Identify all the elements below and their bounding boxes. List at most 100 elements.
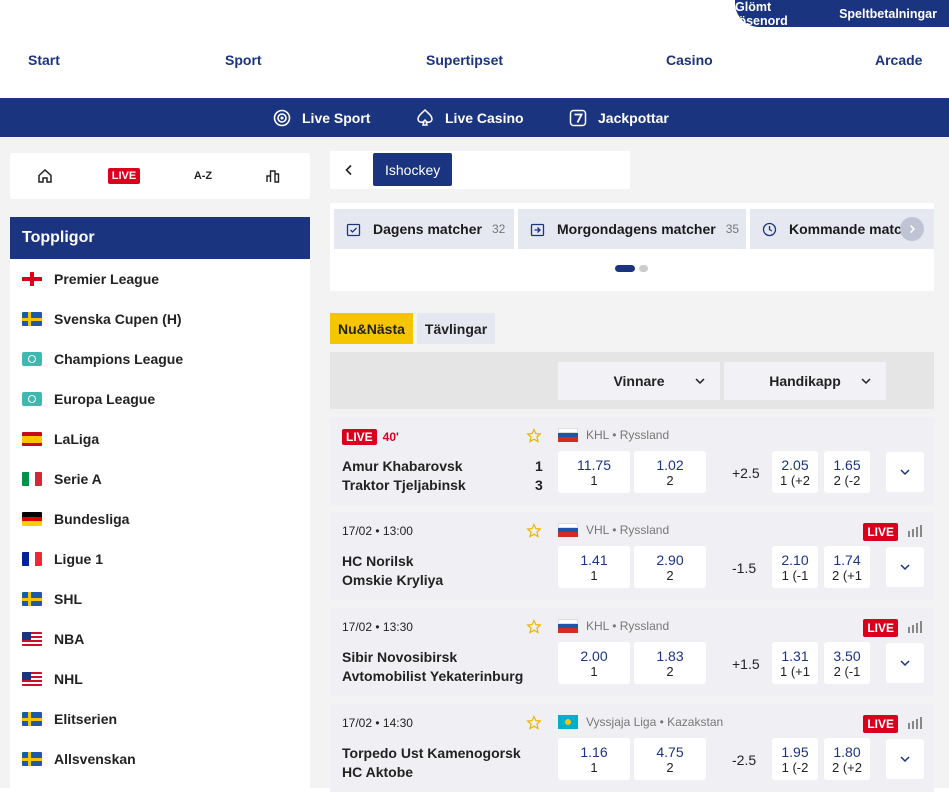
favorite-star-icon[interactable] [526,428,542,444]
handicap-home-button[interactable]: 1.951 (-2 [772,738,818,780]
stats-bars-icon[interactable] [908,525,922,537]
az-button[interactable]: A-Z [188,153,218,199]
russia-flag-icon [558,523,578,537]
spain-flag-icon [22,432,42,446]
sweden-flag-icon [22,712,42,726]
league-label: NHL [54,671,83,687]
tab-competitions[interactable]: Tävlingar [417,313,495,344]
jackpot-label: Jackpottar [598,110,669,126]
odds-home-button[interactable]: 1.411 [558,546,630,588]
odds-away-button[interactable]: 1.022 [634,451,706,493]
sidebar-item-league[interactable]: Bundesliga [10,499,310,539]
sidebar-item-league[interactable]: Svenska Cupen (H) [10,299,310,339]
live-badge: LIVE [108,168,140,184]
live-casino-link[interactable]: Live Casino [415,98,524,137]
live-badge: LIVE [342,429,377,445]
odds-value: 2.05 [772,457,818,473]
sidebar-item-league[interactable]: Allsvenskan [10,739,310,779]
live-stream-badge[interactable]: LIVE [863,523,898,541]
odds-value: 1.83 [634,648,706,664]
odds-home-button[interactable]: 11.751 [558,451,630,493]
handicap-away-button[interactable]: 3.502 (-1 [824,642,870,684]
nav-start[interactable]: Start [28,52,60,68]
live-sport-link[interactable]: Live Sport [272,98,370,137]
handicap-away-button[interactable]: 1.652 (-2 [824,451,870,493]
sweden-flag-icon [22,752,42,766]
carousel-dot-active[interactable] [615,265,635,272]
market-winner-select[interactable]: Vinnare [558,362,720,400]
game-payments-link[interactable]: Speltbetalningar [839,7,937,21]
breadcrumb-current[interactable]: Ishockey [373,153,452,186]
away-team: Omskie Kryliya [342,572,443,588]
favorite-star-icon[interactable] [526,523,542,539]
favorite-star-icon[interactable] [526,715,542,731]
nav-casino[interactable]: Casino [666,52,713,68]
breadcrumb: Ishockey [330,151,630,189]
expand-match-button[interactable] [886,643,924,683]
odds-value: 2.00 [558,648,630,664]
sidebar-item-league[interactable]: Serie A [10,459,310,499]
sidebar-item-league[interactable]: LaLiga [10,419,310,459]
handicap-home-button[interactable]: 2.051 (+2 [772,451,818,493]
live-stream-badge[interactable]: LIVE [863,715,898,733]
handicap-line: +1.5 [732,656,760,672]
back-button[interactable] [330,151,368,189]
nav-sport[interactable]: Sport [225,52,262,68]
sidebar-item-league[interactable]: Elitserien [10,699,310,739]
match-time: 17/02 • 13:00 [342,524,413,538]
stats-button[interactable] [258,153,288,199]
favorite-star-icon[interactable] [526,619,542,635]
handicap-away-button[interactable]: 1.802 (+2 [824,738,870,780]
odds-home-button[interactable]: 1.161 [558,738,630,780]
odds-label: 1 (-2 [772,760,818,775]
sub-nav: Live Sport Live Casino Jackpottar [0,98,949,137]
usa-flag-icon [22,672,42,686]
handicap-home-button[interactable]: 1.311 (+1 [772,642,818,684]
home-button[interactable] [30,153,60,199]
live-filter-button[interactable]: LIVE [106,153,142,199]
odds-away-button[interactable]: 4.752 [634,738,706,780]
live-stream-badge[interactable]: LIVE [863,619,898,637]
chevron-down-icon [899,657,911,669]
match-league: Vyssjaja Liga • Kazakstan [558,715,723,729]
market-handicap-select[interactable]: Handikapp [724,362,886,400]
live-sport-icon [272,108,292,128]
sidebar-item-league[interactable]: Premier League [10,259,310,299]
sport-quick-nav: LIVE A-Z [10,153,310,199]
carousel-dot[interactable] [639,265,648,272]
odds-home-button[interactable]: 2.001 [558,642,630,684]
carousel-next-button[interactable] [900,217,924,241]
sidebar-item-league[interactable]: SHL [10,579,310,619]
main-nav: Start Sport Supertipset Casino Arcade [0,52,949,72]
stats-bars-icon[interactable] [908,717,922,729]
world-flag-icon [22,392,42,406]
expand-match-button[interactable] [886,452,924,492]
odds-label: 1 (-1 [772,568,818,583]
sidebar-item-league[interactable]: NBA [10,619,310,659]
stats-bars-icon[interactable] [908,621,922,633]
sidebar-item-league[interactable]: Ligue 1 [10,539,310,579]
handicap-home-button[interactable]: 2.101 (-1 [772,546,818,588]
odds-value: 11.75 [558,457,630,473]
card-tomorrows-matches[interactable]: Morgondagens matcher 35 [518,209,746,249]
tab-now-next[interactable]: Nu&Nästa [330,313,413,344]
nav-supertipset[interactable]: Supertipset [426,52,503,68]
league-label: Europa League [54,391,155,407]
expand-match-button[interactable] [886,739,924,779]
odds-away-button[interactable]: 1.832 [634,642,706,684]
jackpot-link[interactable]: Jackpottar [568,98,669,137]
sidebar-item-league[interactable]: NHL [10,659,310,699]
carousel-dots [615,265,648,272]
sidebar-item-league[interactable]: Champions League [10,339,310,379]
away-score: 3 [535,477,543,493]
odds-label: 1 (+1 [772,664,818,679]
league-name: KHL • Ryssland [586,428,669,442]
handicap-away-button[interactable]: 1.742 (+1 [824,546,870,588]
card-todays-matches[interactable]: Dagens matcher 32 [334,209,514,249]
expand-match-button[interactable] [886,547,924,587]
chevron-down-icon [860,375,872,387]
odds-away-button[interactable]: 2.902 [634,546,706,588]
nav-arcade[interactable]: Arcade [875,52,922,68]
forgot-password-link[interactable]: Glömt lösenord [735,0,823,28]
sidebar-item-league[interactable]: Europa League [10,379,310,419]
